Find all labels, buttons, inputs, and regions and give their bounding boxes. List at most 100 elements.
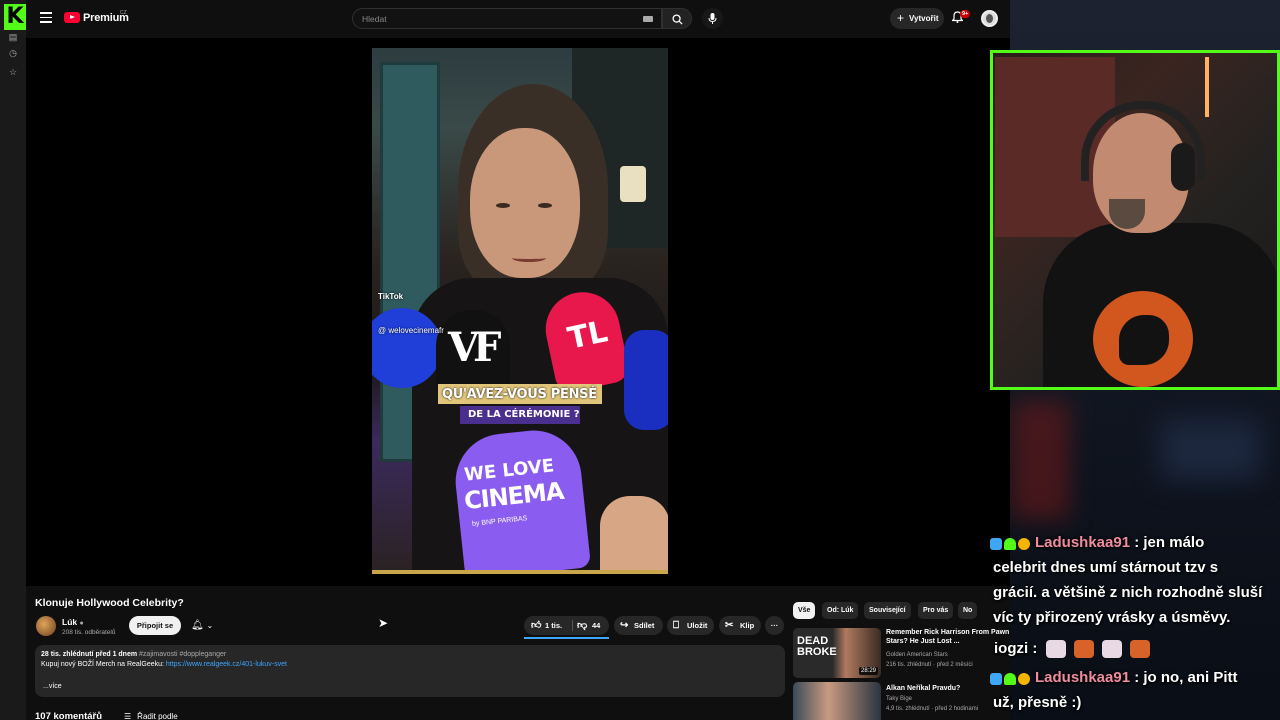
recommendation-item[interactable]: DEAD BROKE 28:29 Remember Rick Harrison … [793, 628, 1010, 680]
account-avatar[interactable] [981, 10, 998, 27]
chat-message: Ladushkaa91 : jen málo [990, 530, 1280, 556]
description-box[interactable]: 28 tis. zhlédnutí před 1 dnem #zajimavos… [35, 645, 785, 697]
plus-icon: + [897, 11, 905, 25]
video-bg-light [620, 166, 646, 202]
views-and-date: 28 tis. zhlédnutí před 1 dnem [41, 651, 138, 658]
shirt-logo-inner [1119, 315, 1169, 365]
headphone-cup [1171, 143, 1195, 191]
menu-icon[interactable] [40, 12, 52, 23]
bookmark-icon: ⎕ [673, 620, 679, 631]
recommendation-channel[interactable]: Taky Bige [886, 696, 912, 702]
save-button[interactable]: ⎕ Uložit [667, 616, 714, 635]
webcam-bg-lamp [1205, 57, 1209, 117]
video-progress[interactable] [372, 570, 668, 574]
recommendation-views: 216 tis. zhlédnutí · před 2 měsíci [886, 662, 973, 668]
recommendation-item[interactable]: Alkan Neříkal Pravdu? Taky Bige 4,9 tis.… [793, 682, 1010, 720]
screen: K ▤ ◷ ☆ Premium CZ Hledat + Vytvořit 9+ … [0, 0, 1280, 720]
like-ratio-bar [524, 637, 609, 639]
recommendation-channel[interactable]: Golden American Stars [886, 652, 948, 658]
create-label: Vytvořit [909, 14, 939, 23]
video-player[interactable]: VF TL TikTok @ welovecinemafr QU'AVEZ-VO… [26, 38, 1010, 586]
badge-icon [1004, 537, 1016, 550]
tiktok-watermark: TikTok [378, 292, 404, 301]
save-label: Uložit [687, 621, 708, 630]
comments-count: 107 komentářů [35, 711, 103, 720]
webcam-frame [990, 50, 1280, 390]
share-button[interactable]: ↪ Sdílet [614, 616, 663, 635]
create-button[interactable]: + Vytvořit [890, 8, 944, 29]
hashtags[interactable]: #zajimavosti #doppleganger [139, 651, 226, 658]
recommendation-thumbnail[interactable]: DEAD BROKE 28:29 [793, 628, 881, 678]
caption-line1: QU'AVEZ-VOUS PENSÉ [442, 387, 597, 402]
like-count[interactable]: 1 tis. [545, 616, 562, 635]
emote-icon [1073, 640, 1094, 659]
recommendation-title[interactable]: Remember Rick Harrison From Pawn Stars? … [886, 628, 1010, 646]
mic-icon [708, 13, 717, 24]
emote-icon [1045, 640, 1066, 659]
description-meta: 28 tis. zhlédnutí před 1 dnem #zajimavos… [41, 651, 226, 658]
bg-glow [1160, 420, 1260, 480]
bg-glow [1010, 400, 1070, 520]
search-icon [672, 14, 683, 25]
badge-icon [1004, 672, 1016, 685]
chip-related[interactable]: Související [864, 602, 911, 619]
channel-subscribers: 208 tis. odběratelů [62, 629, 116, 636]
sort-label: Řadit podle [137, 712, 178, 720]
recommendation-thumbnail[interactable] [793, 682, 881, 720]
dislike-icon[interactable]: 👎︎ [577, 616, 587, 635]
brand-region: CZ [120, 10, 127, 16]
chip-all[interactable]: Vše [793, 602, 816, 619]
keyboard-icon[interactable] [643, 16, 653, 22]
search-input[interactable]: Hledat [352, 8, 662, 29]
chat-message: iogzi : [994, 636, 1280, 661]
youtube-logo-icon[interactable] [64, 12, 80, 23]
clip-label: Klip [740, 621, 755, 630]
user-badges [990, 666, 1032, 691]
description-line: Kupuj nový BOŽÍ Merch na RealGeeku: http… [41, 661, 287, 668]
more-icon: ··· [770, 621, 779, 630]
voice-search-button[interactable] [702, 8, 723, 29]
subscription-bell-button[interactable]: 🔔︎ ⌄ [186, 616, 220, 635]
more-actions-button[interactable]: ··· [765, 616, 784, 635]
like-icon[interactable]: 👍︎ [531, 616, 541, 635]
chip-from-channel[interactable]: Od: Lúk [822, 602, 859, 619]
badge-icon [1018, 537, 1030, 550]
user-badges [990, 531, 1032, 556]
chat-text: jo no, ani Pitt [1143, 669, 1238, 686]
channel-avatar[interactable] [36, 616, 56, 636]
chat-message: Ladushkaa91 : jo no, ani Pitt [990, 665, 1280, 691]
channel-name[interactable]: Lúk ● [62, 617, 84, 627]
channel-name-text[interactable]: Lúk [62, 617, 77, 627]
library-icon[interactable]: ▤ [8, 32, 18, 42]
kick-logo: K [4, 4, 26, 30]
star-icon[interactable]: ☆ [8, 67, 18, 77]
chip-for-you[interactable]: Pro vás [918, 602, 954, 619]
mouse-cursor-icon: ➤ [378, 616, 389, 630]
dislike-count[interactable]: 44 [592, 616, 600, 635]
search-button[interactable] [662, 8, 692, 29]
video-mic-vf-text: VF [448, 324, 501, 371]
chip-new[interactable]: No [958, 602, 978, 619]
join-button[interactable]: Připojit se [129, 616, 181, 635]
video-person-eye [496, 203, 510, 208]
show-more-link[interactable]: ...více [43, 683, 62, 690]
chat-message-cont: už, přesně :) [993, 694, 1082, 711]
chevron-down-icon: ⌄ [206, 621, 214, 630]
video-person-mouth [512, 254, 546, 262]
badge-icon [990, 537, 1002, 550]
merch-link[interactable]: https://www.realgeek.cz/401-lukuv-svet [166, 661, 287, 668]
video-frame[interactable]: VF TL TikTok @ welovecinemafr QU'AVEZ-VO… [372, 48, 668, 574]
caption-line2: DE LA CÉRÉMONIE ? [468, 409, 580, 420]
recommendation-chips: Vše Od: Lúk Související Pro vás No [793, 602, 1010, 619]
video-hand [600, 496, 668, 574]
divider [572, 620, 573, 631]
thumb-text: DEAD BROKE [797, 635, 837, 658]
emote-icon [1129, 640, 1150, 659]
video-mic-blue-right [624, 330, 668, 430]
clip-button[interactable]: ✂ Klip [719, 616, 761, 635]
sort-comments-button[interactable]: ☰ Řadit podle [124, 712, 178, 720]
verified-icon: ● [79, 620, 84, 627]
chat-username: iogzi [994, 640, 1029, 657]
history-icon[interactable]: ◷ [8, 48, 18, 58]
recommendation-views: 4,9 tis. zhlédnutí · před 2 hodinami [886, 706, 979, 712]
